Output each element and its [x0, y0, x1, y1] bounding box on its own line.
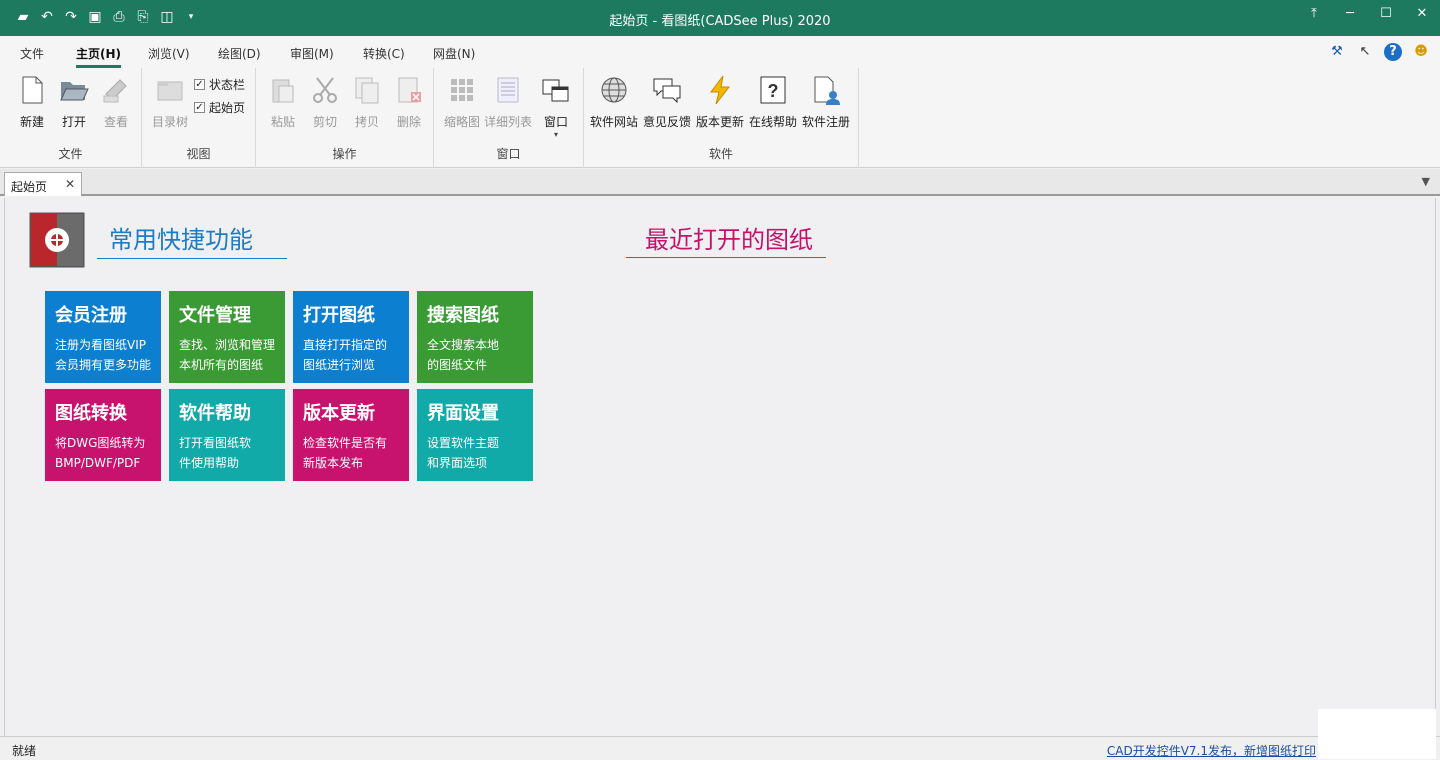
status-bar: 就绪 CAD开发控件V7.1发布，新增图纸打印	[0, 736, 1440, 760]
software-website-button[interactable]: 软件网站	[590, 74, 638, 130]
globe-icon	[601, 77, 627, 103]
tab-convert[interactable]: 转换(C)	[363, 45, 405, 62]
check-icon: ✓	[194, 102, 205, 113]
news-link[interactable]: CAD开发控件V7.1发布，新增图纸打印	[1107, 742, 1316, 759]
document-tab-bar: 起始页 ✕ ▼	[0, 169, 1440, 196]
help-document-icon: ?	[760, 76, 786, 104]
title-bar: ▰ ↶ ↷ ▣ ⎙ ⎘ ◫ ▾ 起始页 - 看图纸(CADSee Plus) 2…	[0, 0, 1440, 36]
menu-right-tools: ⚒ ↖ ? ☻	[1328, 43, 1430, 61]
version-update-button[interactable]: 版本更新	[696, 74, 744, 130]
window-title: 起始页 - 看图纸(CADSee Plus) 2020	[609, 14, 831, 29]
start-page: 常用快捷功能 最近打开的图纸 会员注册 注册为看图纸VIP 会员拥有更多功能 文…	[4, 198, 1436, 736]
help-icon[interactable]: ?	[1384, 43, 1402, 61]
tile-ui-settings[interactable]: 界面设置 设置软件主题 和界面选项	[417, 389, 533, 481]
recent-drawings-heading: 最近打开的图纸	[645, 226, 813, 254]
ribbon-group-window: 缩略图 详细列表 窗口 ▾ 窗口	[434, 68, 584, 168]
detail-list-icon	[497, 77, 519, 103]
tile-member-register[interactable]: 会员注册 注册为看图纸VIP 会员拥有更多功能	[45, 291, 161, 383]
ribbon-group-ops: 粘贴 剪切 拷贝 删除 操作	[256, 68, 434, 168]
new-file-icon	[22, 76, 43, 104]
app-logo-icon	[29, 212, 85, 268]
tile-file-manager[interactable]: 文件管理 查找、浏览和管理 本机所有的图纸	[169, 291, 285, 383]
window-controls: ⤒ ─ ☐ ✕	[1296, 0, 1440, 28]
user-icon[interactable]: ☻	[1412, 43, 1430, 61]
tile-version-update[interactable]: 版本更新 检查软件是否有 新版本发布	[293, 389, 409, 481]
tile-open-drawing[interactable]: 打开图纸 直接打开指定的 图纸进行浏览	[293, 291, 409, 383]
window-icon	[542, 79, 569, 102]
menu-bar: 文件 主页(H) 浏览(V) 绘图(D) 审图(M) 转换(C) 网盘(N) ⚒…	[0, 36, 1440, 68]
cut-button[interactable]: 剪切	[301, 74, 349, 130]
tab-home[interactable]: 主页(H)	[76, 45, 122, 68]
directory-tree-icon	[157, 81, 183, 101]
lightning-icon	[710, 75, 731, 105]
ribbon-group-file: 新建 打开 查看 文件	[0, 68, 142, 168]
tile-drawing-convert[interactable]: 图纸转换 将DWG图纸转为 BMP/DWF/PDF	[45, 389, 161, 481]
tab-draw[interactable]: 绘图(D)	[218, 45, 261, 62]
view-file-button[interactable]: 查看	[92, 74, 140, 130]
thumbnail-button[interactable]: 缩略图	[438, 74, 486, 130]
startpage-checkbox[interactable]: ✓ 起始页	[194, 99, 245, 116]
tab-browse[interactable]: 浏览(V)	[148, 45, 190, 62]
paste-icon	[272, 79, 294, 103]
online-help-button[interactable]: ? 在线帮助	[749, 74, 797, 130]
chat-bubbles-icon	[653, 78, 681, 104]
tab-file[interactable]: 文件	[20, 45, 44, 62]
recent-heading-underline	[626, 257, 826, 258]
paste-button[interactable]: 粘贴	[259, 74, 307, 130]
quick-functions-heading: 常用快捷功能	[109, 226, 253, 254]
check-icon: ✓	[194, 79, 205, 90]
blank-overlay	[1318, 709, 1436, 759]
close-icon[interactable]: ✕	[1404, 0, 1440, 28]
open-folder-icon	[60, 82, 89, 101]
tile-software-help[interactable]: 软件帮助 打开看图纸软 件使用帮助	[169, 389, 285, 481]
quick-heading-underline	[97, 258, 287, 259]
new-button[interactable]: 新建	[8, 74, 56, 130]
view-file-icon	[103, 79, 127, 103]
tile-search-drawing[interactable]: 搜索图纸 全文搜索本地 的图纸文件	[417, 291, 533, 383]
tab-cloud[interactable]: 网盘(N)	[433, 45, 475, 62]
delete-button[interactable]: 删除	[385, 74, 433, 130]
close-tab-icon[interactable]: ✕	[65, 177, 75, 191]
tab-start-page[interactable]: 起始页 ✕	[4, 172, 82, 196]
directory-tree-button[interactable]: 目录树	[146, 74, 194, 130]
detail-list-button[interactable]: 详细列表	[484, 74, 532, 130]
ribbon: 新建 打开 查看 文件 目录树 ✓ 状态栏 ✓ 起始页 视图 粘贴 剪切 拷贝 …	[0, 68, 1440, 168]
wrench-icon[interactable]: ⚒	[1328, 43, 1346, 61]
thumbnail-grid-icon	[451, 79, 473, 101]
minimize-icon[interactable]: ─	[1332, 0, 1368, 28]
tab-list-dropdown-icon[interactable]: ▼	[1422, 175, 1430, 188]
tab-review[interactable]: 审图(M)	[290, 45, 334, 62]
ribbon-group-view: 目录树 ✓ 状态栏 ✓ 起始页 视图	[142, 68, 256, 168]
window-button[interactable]: 窗口 ▾	[532, 74, 580, 139]
copy-icon	[355, 77, 379, 104]
svg-text:?: ?	[768, 81, 779, 101]
cursor-icon[interactable]: ↖	[1356, 43, 1374, 61]
maximize-icon[interactable]: ☐	[1368, 0, 1404, 28]
status-ready: 就绪	[12, 744, 37, 758]
copy-button[interactable]: 拷贝	[343, 74, 391, 130]
ribbon-toggle-icon[interactable]: ⤒	[1296, 0, 1332, 28]
statusbar-checkbox[interactable]: ✓ 状态栏	[194, 76, 245, 93]
scissors-icon	[313, 77, 337, 103]
delete-icon	[398, 77, 421, 103]
ribbon-group-software: 软件网站 意见反馈 版本更新 ? 在线帮助 软件注册 软件	[584, 68, 859, 168]
feedback-button[interactable]: 意见反馈	[643, 74, 691, 130]
open-button[interactable]: 打开	[50, 74, 98, 130]
software-register-button[interactable]: 软件注册	[802, 74, 850, 130]
chevron-down-icon: ▾	[553, 130, 558, 139]
register-user-icon	[814, 76, 840, 105]
